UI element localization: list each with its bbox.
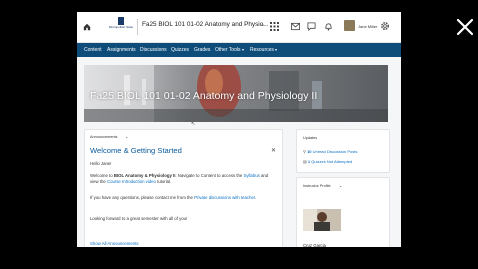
welcome-paragraph: Welcome to BIOL Anatomy & Physiology II.… (90, 173, 269, 184)
overlay-close-icon[interactable] (452, 14, 478, 40)
chat-icon[interactable] (307, 22, 316, 31)
quizzes-row[interactable]: ▤ 1 Quizzes Not Attempted (303, 159, 352, 164)
closing-paragraph: Looking forward to a great semester with… (90, 216, 188, 221)
header-divider (137, 19, 138, 35)
announcements-label: Announcements (90, 135, 118, 139)
private-discussions-link[interactable]: Private discussions with teacher (194, 195, 255, 200)
instructor-photo (303, 209, 341, 231)
nav-content[interactable]: Content (84, 47, 102, 53)
nav-other-tools[interactable]: Other Tools (215, 47, 240, 53)
nav-quizzes[interactable]: Quizzes (171, 47, 189, 53)
chevron-down-icon[interactable]: ▾ (242, 47, 244, 52)
nav-resources[interactable]: Resources (250, 47, 274, 53)
nav-discussions[interactable]: Discussions (140, 47, 167, 53)
announcements-card: Announcements ⌄ Welcome & Getting Starte… (84, 129, 283, 249)
announcement-title[interactable]: Welcome & Getting Started (90, 146, 182, 155)
contact-paragraph: If you have any questions, please contac… (90, 195, 257, 200)
home-icon[interactable] (83, 23, 91, 31)
instructor-label: Instructor Profile (303, 184, 331, 188)
bottom-black-bar (0, 247, 478, 269)
course-intro-link[interactable]: Course Introduction video (107, 179, 156, 184)
nav-assignments[interactable]: Assignments (107, 47, 136, 53)
chevron-down-icon[interactable]: ▾ (275, 47, 277, 52)
instructor-card: Instructor Profile ⌄ Cruz Garcia Suzanne… (296, 177, 390, 258)
updates-label: Updates (303, 136, 318, 140)
user-name[interactable]: Jane Miller (358, 24, 377, 29)
chevron-down-icon[interactable]: ⌄ (125, 134, 128, 139)
top-bar: Metropolitan State Fa25 BIOL 101 01-02 A… (77, 12, 401, 43)
gear-icon[interactable] (380, 21, 390, 31)
updates-card: Updates ⚲ 10 Unread Discussion Posts ▤ 1… (296, 129, 390, 173)
course-title[interactable]: Fa25 BIOL 101 01-02 Anatomy and Physio..… (142, 21, 269, 28)
chevron-down-icon[interactable]: ⌄ (339, 183, 342, 188)
mail-icon[interactable] (291, 22, 300, 31)
avatar[interactable] (344, 20, 355, 31)
chevron-down-icon[interactable]: ⌄ (260, 21, 265, 28)
quiz-icon: ▤ (303, 159, 307, 164)
course-nav: Content Assignments Discussions Quizzes … (77, 43, 401, 57)
bell-icon[interactable] (324, 22, 333, 31)
mouse-cursor: ↖ (191, 121, 196, 127)
discussion-icon: ⚲ (303, 149, 306, 154)
unread-posts-row[interactable]: ⚲ 10 Unread Discussion Posts (303, 149, 357, 154)
grid-icon[interactable] (270, 22, 279, 31)
logo-text: Metropolitan State (108, 25, 134, 29)
browser-page: Metropolitan State Fa25 BIOL 101 01-02 A… (77, 12, 401, 258)
banner-title: Fa25 BIOL 101 01-02 Anatomy and Physiolo… (90, 90, 318, 102)
course-banner: Fa25 BIOL 101 01-02 Anatomy and Physiolo… (84, 65, 388, 122)
close-icon[interactable]: ✕ (271, 147, 276, 154)
show-all-announcements-link[interactable]: Show All Announcements (90, 241, 139, 246)
school-logo[interactable]: Metropolitan State (108, 17, 134, 37)
greeting-text: Hello Jane! (90, 161, 112, 166)
nav-grades[interactable]: Grades (194, 47, 210, 53)
syllabus-link[interactable]: Syllabus (244, 173, 260, 178)
